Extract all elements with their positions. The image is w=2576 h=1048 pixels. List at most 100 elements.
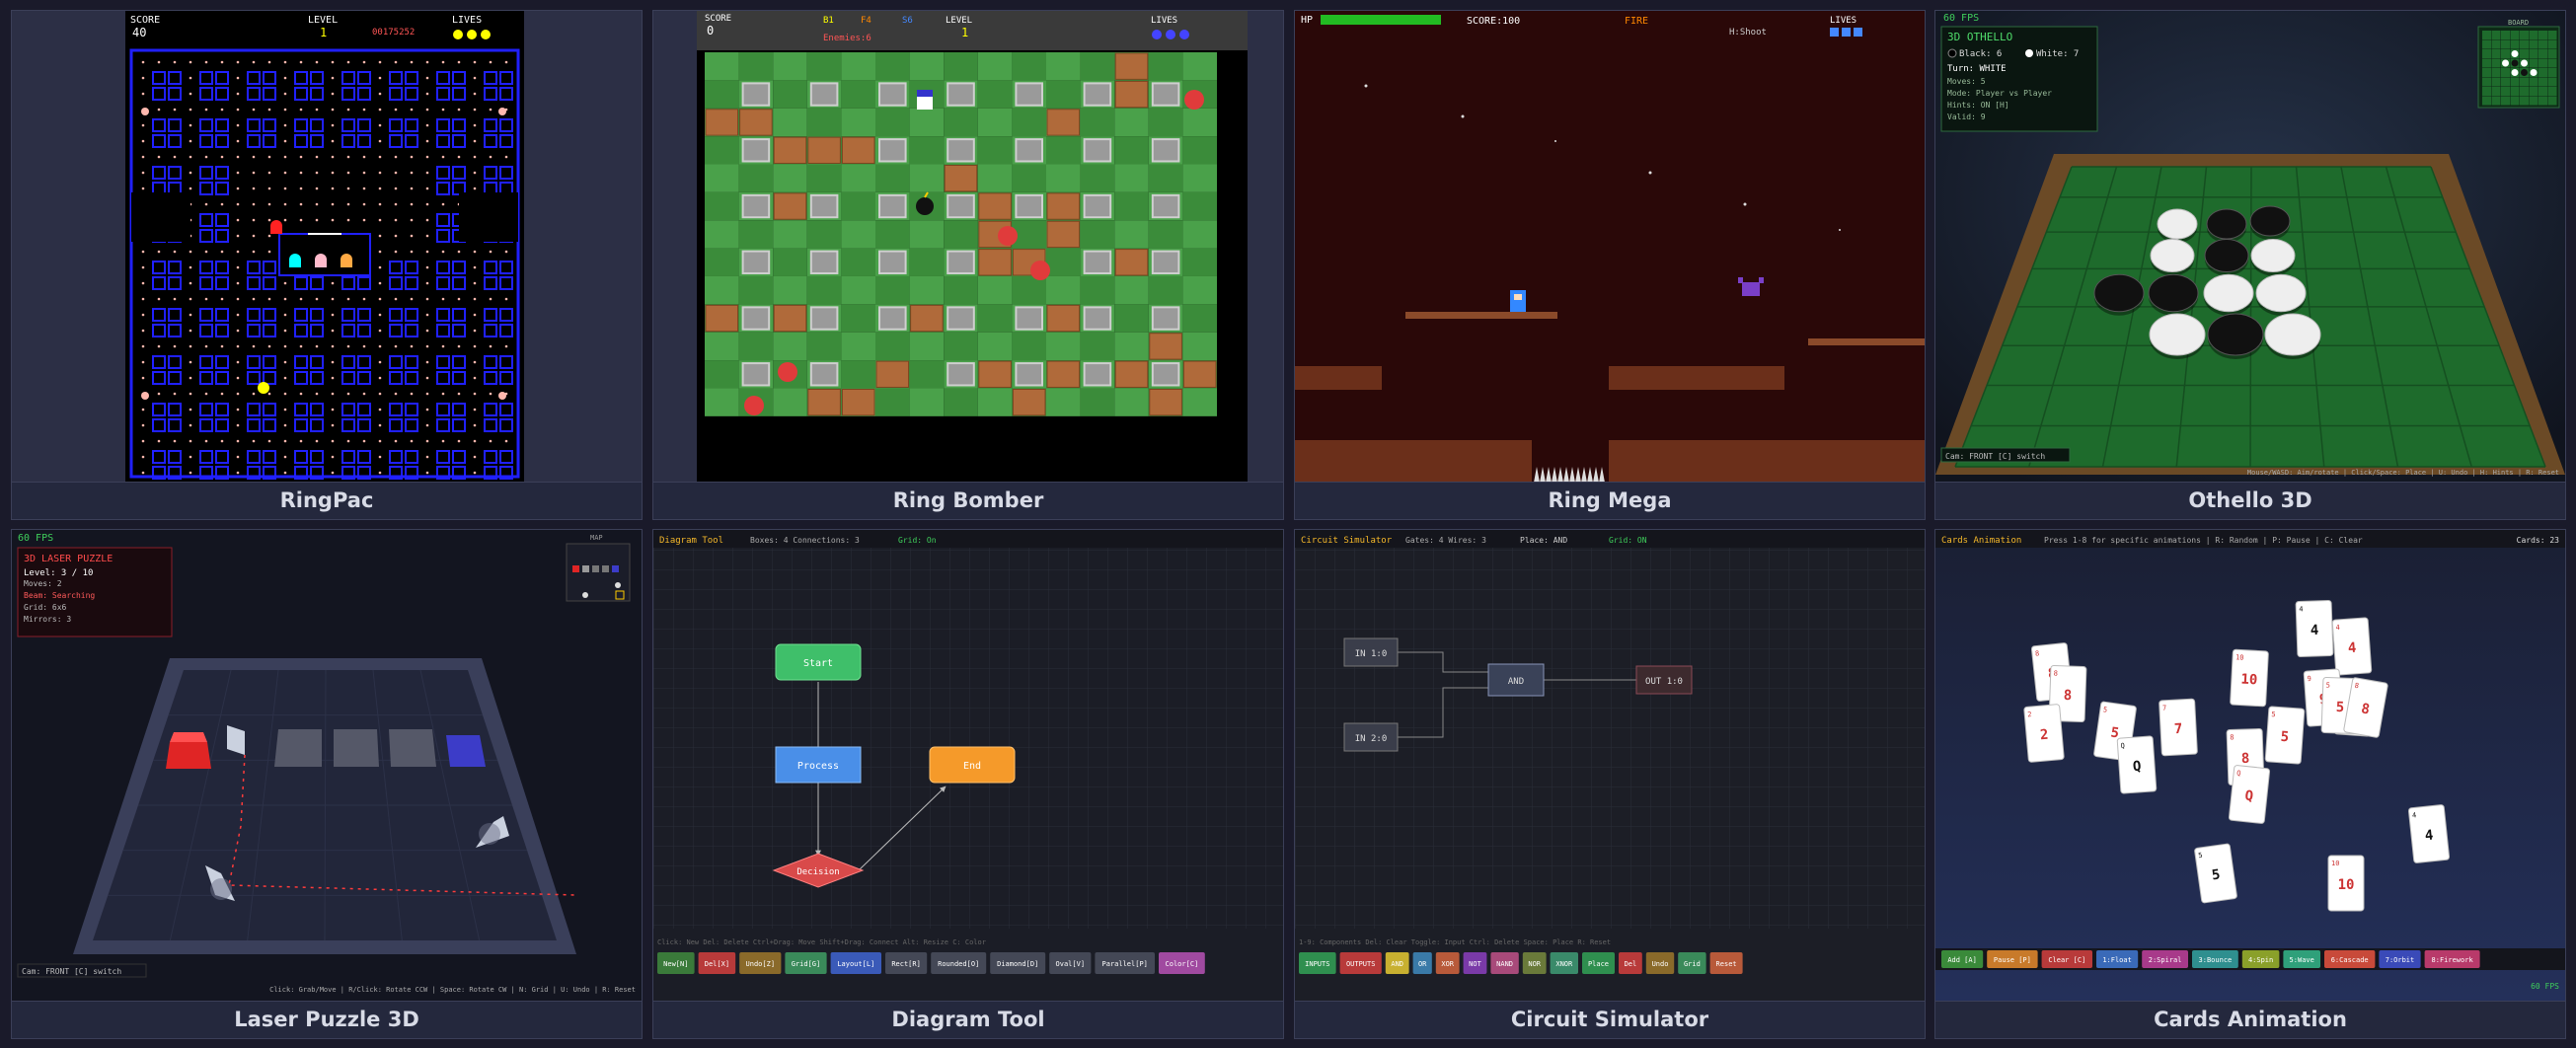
- brick: [1012, 388, 1046, 416]
- playing-card: 44: [2407, 804, 2451, 863]
- platform: [1609, 366, 1784, 390]
- toolbar-button[interactable]: Parallel[P]: [1095, 952, 1155, 974]
- toolbar-button[interactable]: Color[C]: [1159, 952, 1205, 974]
- toolbar-button-label: INPUTS: [1305, 960, 1329, 968]
- toolbar-button[interactable]: Undo[Z]: [739, 952, 782, 974]
- playing-card: 55: [2264, 706, 2306, 765]
- mega-preview: HP SCORE:100 FIRE H:Shoot LIVES: [1295, 11, 1925, 483]
- ghost-icon: [270, 220, 282, 234]
- tile-title: Cards Animation: [1935, 1001, 2565, 1038]
- mega-shoot: H:Shoot: [1729, 28, 1767, 37]
- life-icon: [467, 30, 477, 39]
- bomber-lives-label: LIVES: [1151, 16, 1177, 26]
- toolbar-button[interactable]: Pause [P]: [1987, 950, 2038, 968]
- toolbar-button[interactable]: 3:Bounce: [2192, 950, 2238, 968]
- tile-title: Ring Bomber: [653, 482, 1283, 519]
- toolbar-button[interactable]: Layout[L]: [830, 952, 881, 974]
- toolbar-button[interactable]: INPUTS: [1299, 952, 1336, 974]
- toolbar-button[interactable]: XOR: [1435, 952, 1460, 974]
- othello-minimap-label: BOARD: [2508, 19, 2529, 27]
- toolbar-button-label: Add [A]: [1947, 956, 1977, 964]
- brick: [978, 192, 1012, 220]
- ringpac-level: 1: [320, 26, 327, 39]
- svg-text:5: 5: [2280, 729, 2290, 746]
- enemy-icon: [744, 396, 764, 415]
- brick: [1046, 192, 1081, 220]
- toolbar-button-label: 8:Firework: [2432, 956, 2474, 964]
- ringpac-mid-text: 00175252: [372, 28, 415, 37]
- toolbar-button[interactable]: OUTPUTS: [1339, 952, 1382, 974]
- tile-ring-mega[interactable]: HP SCORE:100 FIRE H:Shoot LIVES Ring Meg…: [1294, 10, 1926, 520]
- toolbar-button[interactable]: Rounded[O]: [931, 952, 987, 974]
- toolbar-button[interactable]: Oval[V]: [1049, 952, 1092, 974]
- brick: [705, 109, 739, 136]
- tile-circuit-simulator[interactable]: Circuit Simulator Gates: 4 Wires: 3 Plac…: [1294, 529, 1926, 1039]
- brick: [773, 304, 807, 333]
- hp-bar: [1321, 15, 1441, 25]
- tile-laser-puzzle-3d[interactable]: 60 FPS 3D LASER PUZZLE Level: 3 / 10 Mov…: [11, 529, 643, 1039]
- ringpac-preview: SCORE 40 LEVEL 1 00175252 LIVES: [12, 11, 642, 483]
- toolbar-button[interactable]: 8:Firework: [2424, 950, 2480, 968]
- input-2-label: IN 2:0: [1355, 734, 1388, 744]
- toolbar-button[interactable]: Grid[G]: [785, 952, 827, 974]
- tile-ringpac[interactable]: SCORE 40 LEVEL 1 00175252 LIVES RingPac: [11, 10, 643, 520]
- svg-text:2: 2: [2027, 711, 2032, 718]
- svg-text:5: 5: [2271, 711, 2276, 718]
- toolbar-button[interactable]: Add [A]: [1941, 950, 1984, 968]
- toolbar-button[interactable]: 5:Wave: [2283, 950, 2320, 968]
- toolbar-button[interactable]: Diamond[D]: [990, 952, 1046, 974]
- toolbar-button[interactable]: Reset: [1709, 952, 1743, 974]
- tile-othello-3d[interactable]: 60 FPS 3D OTHELLO Black: 6 White: 7 Turn…: [1934, 10, 2566, 520]
- diagram-grid: Grid: On: [898, 536, 937, 545]
- toolbar-button[interactable]: Grid: [1678, 952, 1706, 974]
- toolbar-button[interactable]: Rect[R]: [885, 952, 928, 974]
- toolbar-button[interactable]: OR: [1412, 952, 1432, 974]
- brick: [1114, 360, 1149, 388]
- toolbar-button-label: Rounded[O]: [938, 960, 979, 968]
- svg-text:10: 10: [2240, 672, 2258, 689]
- toolbar-button[interactable]: NAND: [1490, 952, 1519, 974]
- tile-diagram-tool[interactable]: Diagram Tool Boxes: 4 Connections: 3 Gri…: [652, 529, 1284, 1039]
- toolbar-button[interactable]: XNOR: [1550, 952, 1578, 974]
- diagram-stats: Boxes: 4 Connections: 3: [750, 536, 860, 545]
- tile-ring-bomber[interactable]: SCORE 0 B1 F4 S6 Enemies:6 LEVEL 1 LIVES…: [652, 10, 1284, 520]
- svg-text:8: 8: [2035, 649, 2040, 657]
- laser-grid: Grid: 6x6: [24, 603, 67, 612]
- tile-title: RingPac: [12, 482, 642, 519]
- circuit-help: 1-9: Components Del: Clear Toggle: Input…: [1299, 938, 1611, 946]
- black-disc: [2206, 208, 2247, 240]
- toolbar-button[interactable]: NOR: [1522, 952, 1547, 974]
- toolbar-button[interactable]: 7:Orbit: [2379, 950, 2421, 968]
- svg-text:8: 8: [2054, 669, 2058, 677]
- svg-text:9: 9: [2307, 675, 2311, 683]
- playing-card: 10 10: [2327, 855, 2365, 912]
- circuit-place: Place: AND: [1520, 536, 1567, 545]
- svg-text:2: 2: [2039, 727, 2049, 744]
- bomber-stat1: B1: [823, 16, 834, 26]
- laser-source-icon: [166, 732, 211, 769]
- life-icon: [1166, 30, 1175, 39]
- laser-status: Beam: Searching: [24, 591, 95, 600]
- toolbar-button[interactable]: Del[X]: [698, 952, 736, 974]
- life-icon: [1854, 28, 1862, 37]
- toolbar-button[interactable]: New[N]: [657, 952, 695, 974]
- toolbar-button[interactable]: 2:Spiral: [2142, 950, 2188, 968]
- white-disc: [2255, 273, 2307, 313]
- toolbar-button[interactable]: 6:Cascade: [2324, 950, 2376, 968]
- toolbar-button[interactable]: 1:Float: [2096, 950, 2139, 968]
- toolbar-button-label: NOR: [1528, 960, 1541, 968]
- toolbar-button-label: Rect[R]: [891, 960, 921, 968]
- circuit-title: Circuit Simulator: [1301, 536, 1393, 546]
- toolbar-button-label: Diamond[D]: [997, 960, 1038, 968]
- toolbar-button[interactable]: AND: [1385, 952, 1409, 974]
- tile-cards-animation[interactable]: Cards Animation Press 1-8 for specific a…: [1934, 529, 2566, 1039]
- playing-card: QQ: [2228, 765, 2271, 824]
- toolbar-button[interactable]: 4:Spin: [2241, 950, 2280, 968]
- toolbar-button[interactable]: Clear [C]: [2041, 950, 2092, 968]
- life-icon: [1152, 30, 1162, 39]
- toolbar-button[interactable]: Place: [1582, 952, 1615, 974]
- toolbar-button[interactable]: Undo: [1645, 952, 1675, 974]
- toolbar-button-label: Del[X]: [705, 960, 729, 968]
- toolbar-button[interactable]: NOT: [1463, 952, 1487, 974]
- toolbar-button[interactable]: Del: [1619, 952, 1642, 974]
